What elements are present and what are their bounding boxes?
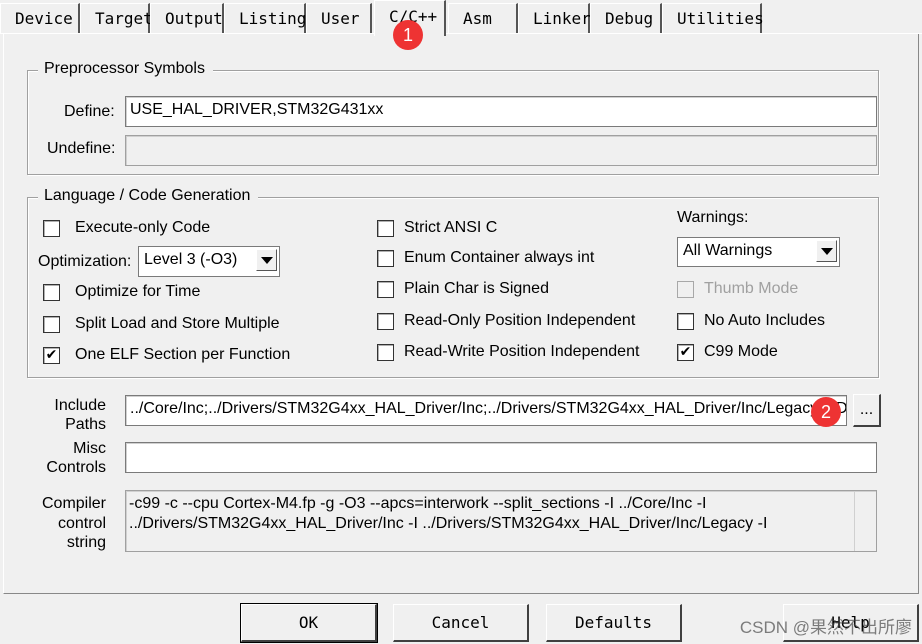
no-auto-includes-box[interactable]: [677, 313, 694, 330]
warnings-value: All Warnings: [683, 242, 773, 259]
watermark-text: CSDN @果然不出所廖: [739, 618, 912, 637]
tab-baseline: [0, 33, 922, 34]
misc-controls-label: Misc Controls: [40, 439, 106, 477]
compiler-control-string: -c99 -c --cpu Cortex-M4.fp -g -O3 --apcs…: [125, 490, 877, 552]
preprocessor-title: Preprocessor Symbols: [38, 60, 213, 78]
ok-button[interactable]: OK: [240, 603, 378, 643]
include-paths-label: Include Paths: [40, 396, 106, 434]
compiler-label-line3: string: [66, 534, 106, 551]
split-load-box[interactable]: [43, 316, 60, 333]
misc-label-line2: Controls: [46, 459, 106, 476]
annotation-badge-2: 2: [811, 397, 841, 427]
compiler-label-line1: Compiler: [41, 495, 106, 512]
optimize-time-box[interactable]: [43, 284, 60, 301]
c99-mode-box[interactable]: ✔: [677, 344, 694, 361]
compiler-label-line2: control: [57, 514, 106, 532]
include-label-line2: Paths: [65, 416, 106, 433]
misc-controls-input[interactable]: [125, 442, 877, 473]
plain-char-label: Plain Char is Signed: [404, 280, 549, 297]
split-load-label: Split Load and Store Multiple: [75, 315, 280, 332]
tab-debug[interactable]: Debug: [590, 3, 662, 33]
annotation-badge-1: 1: [393, 20, 423, 50]
optimization-dropdown-arrow[interactable]: [256, 249, 277, 271]
plain-char-box[interactable]: [377, 281, 394, 298]
enum-container-label: Enum Container always int: [404, 249, 595, 266]
ropi-label: Read-Only Position Independent: [404, 312, 636, 329]
warnings-select[interactable]: All Warnings: [677, 237, 840, 267]
optimization-value: Level 3 (-O3): [144, 251, 238, 268]
tab-linker[interactable]: Linker: [518, 3, 591, 33]
cancel-button[interactable]: Cancel: [393, 604, 529, 642]
define-input[interactable]: USE_HAL_DRIVER,STM32G431xx: [125, 96, 877, 127]
language-title: Language / Code Generation: [38, 187, 259, 205]
warnings-label: Warnings:: [677, 209, 749, 226]
warnings-dropdown-arrow[interactable]: [816, 240, 837, 262]
tab-listing[interactable]: Listing: [224, 3, 306, 33]
undefine-label: Undefine:: [47, 140, 116, 157]
tab-asm[interactable]: Asm: [448, 3, 518, 33]
tab-bar: Device Target Output Listing User C/C++ …: [0, 0, 922, 36]
compiler-string-line1: -c99 -c --cpu Cortex-M4.fp -g -O3 --apcs…: [129, 495, 707, 512]
optimize-time-label: Optimize for Time: [75, 283, 201, 300]
include-label-line1: Include: [54, 397, 106, 414]
tab-output[interactable]: Output: [150, 3, 224, 33]
rwpi-label: Read-Write Position Independent: [404, 343, 640, 360]
enum-container-box[interactable]: [377, 250, 394, 267]
strict-ansi-label: Strict ANSI C: [404, 219, 498, 236]
tab-device[interactable]: Device: [0, 3, 80, 33]
define-label: Define:: [64, 103, 115, 120]
compiler-string-scrollbar[interactable]: [854, 491, 876, 551]
misc-label-line1: Misc: [73, 440, 106, 457]
execute-only-box[interactable]: [43, 220, 60, 237]
one-elf-box[interactable]: ✔: [43, 347, 60, 364]
thumb-mode-box[interactable]: [677, 281, 694, 298]
include-paths-input[interactable]: ../Core/Inc;../Drivers/STM32G4xx_HAL_Dri…: [125, 395, 847, 426]
c99-mode-label: C99 Mode: [704, 343, 778, 360]
undefine-input[interactable]: [125, 135, 877, 166]
thumb-mode-label: Thumb Mode: [704, 280, 799, 297]
chevron-down-icon: [820, 247, 833, 255]
strict-ansi-box[interactable]: [377, 220, 394, 237]
compiler-string-line2: ../Drivers/STM32G4xx_HAL_Driver/Inc -I .…: [129, 515, 768, 532]
optimization-label: Optimization:: [38, 253, 132, 270]
no-auto-includes-label: No Auto Includes: [704, 312, 825, 329]
compiler-control-label: Compiler control string: [30, 494, 106, 553]
one-elf-label: One ELF Section per Function: [75, 346, 291, 363]
defaults-button[interactable]: Defaults: [546, 604, 682, 642]
optimization-select[interactable]: Level 3 (-O3): [138, 246, 280, 277]
rwpi-box[interactable]: [377, 344, 394, 361]
ropi-box[interactable]: [377, 313, 394, 330]
include-browse-button[interactable]: ...: [853, 394, 881, 427]
tab-target[interactable]: Target: [80, 3, 153, 33]
tab-utilities[interactable]: Utilities: [662, 3, 764, 33]
execute-only-label: Execute-only Code: [75, 219, 211, 236]
tab-user[interactable]: User: [306, 3, 372, 33]
chevron-down-icon: [260, 256, 273, 264]
